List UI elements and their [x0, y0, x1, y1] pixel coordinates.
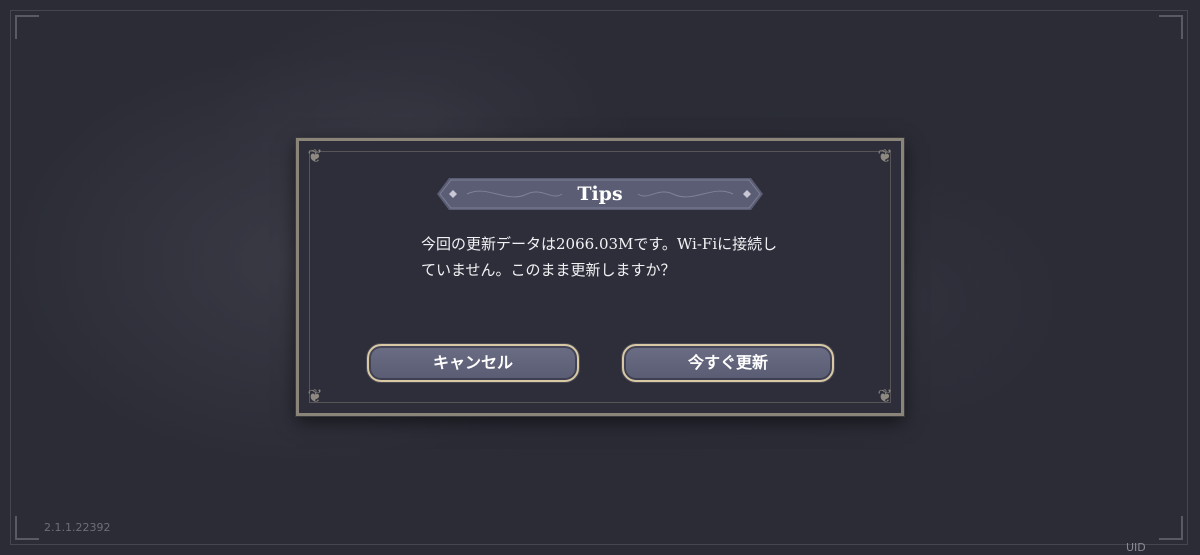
frame-corner-ornament — [1159, 15, 1183, 39]
version-label: 2.1.1.22392 — [44, 521, 111, 534]
fleur-corner-icon: ❦ — [307, 386, 323, 407]
dialog-message: 今回の更新データは2066.03Mです。Wi-Fiに接続していません。このまま更… — [421, 235, 778, 279]
frame-corner-ornament — [15, 15, 39, 39]
frame-corner-ornament — [1159, 516, 1183, 540]
update-now-button[interactable]: 今すぐ更新 — [622, 344, 834, 382]
dialog-title: Tips — [577, 183, 623, 205]
frame-corner-ornament — [15, 516, 39, 540]
fleur-corner-icon: ❦ — [307, 146, 323, 167]
fleur-corner-icon: ❦ — [877, 146, 893, 167]
title-banner: Tips — [437, 178, 763, 210]
update-dialog: ❦ ❦ ❦ ❦ Tips 今回の更新データは2066.03Mです。Wi-Fiに接… — [296, 138, 904, 416]
uid-label: UID — [1126, 541, 1146, 554]
cancel-button[interactable]: キャンセル — [367, 344, 579, 382]
fleur-corner-icon: ❦ — [877, 386, 893, 407]
